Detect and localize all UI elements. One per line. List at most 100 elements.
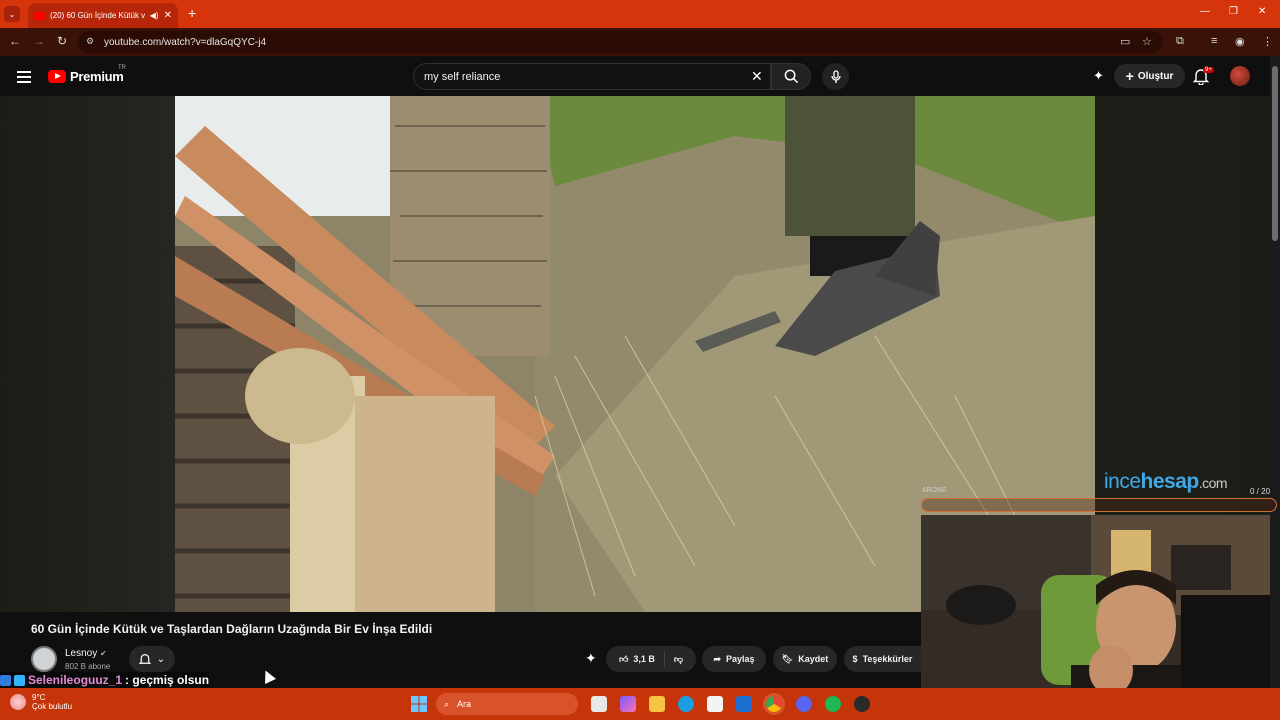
chat-message-overlay: Selenileoguuz_1 : geçmiş olsun [0, 672, 210, 688]
like-count: 3,1 B [633, 654, 655, 664]
youtube-play-icon [48, 70, 66, 83]
back-button[interactable]: ← [9, 34, 21, 48]
studio-sparkle-icon[interactable]: ✦ [1093, 68, 1104, 84]
search-button[interactable] [771, 63, 811, 90]
channel-name-text: Lesnoy [65, 648, 98, 659]
spotify-icon[interactable] [825, 696, 841, 712]
chat-badge-icon [14, 674, 25, 686]
logo-region: TR [118, 65, 126, 71]
new-tab-button[interactable]: + [188, 5, 196, 21]
profile-icon[interactable]: ◉ [1235, 35, 1245, 48]
bookmark-star-icon[interactable]: ☆ [1142, 35, 1152, 48]
search-box[interactable] [413, 63, 771, 90]
store-icon[interactable] [707, 696, 723, 712]
plus-icon: + [1125, 68, 1134, 84]
minimize-button[interactable]: — [1200, 6, 1210, 17]
address-bar[interactable]: ⚙ youtube.com/watch?v=dlaGqQYC-j4 [78, 31, 1163, 53]
share-label: Paylaş [726, 654, 755, 664]
search-input[interactable] [424, 70, 724, 83]
weather-widget[interactable]: 9°C Çok bulutlu [10, 693, 72, 711]
watermark-logo: incehesap.com [1104, 470, 1228, 494]
youtube-favicon-icon [34, 11, 45, 20]
close-window-button[interactable]: ✕ [1258, 6, 1266, 17]
divider [663, 651, 665, 667]
dislike-button[interactable]: 👎︎ [674, 654, 683, 665]
weather-icon [10, 694, 26, 710]
search-icon [784, 69, 798, 84]
url-text: youtube.com/watch?v=dlaGqQYC-j4 [104, 36, 267, 48]
browser-tab-strip: ⌄ (20) 60 Gün İçinde Kütük ve ◀) ✕ + — ❐… [0, 0, 1280, 28]
bookmark-icon: 🔖︎ [781, 653, 794, 664]
notification-badge: 9+ [1203, 67, 1214, 73]
browser-tab[interactable]: (20) 60 Gün İçinde Kütük ve ◀) ✕ [28, 3, 178, 28]
clear-search-icon[interactable]: ✕ [751, 68, 763, 85]
temperature: 9°C [32, 693, 46, 702]
copilot-icon[interactable] [620, 696, 636, 712]
scrollbar-thumb[interactable] [1272, 66, 1278, 241]
task-view-icon[interactable] [591, 696, 607, 712]
search-icon: ⌕ [444, 698, 450, 709]
weather-condition: Çok bulutlu [32, 702, 73, 711]
cast-icon[interactable]: ▭ [1120, 35, 1130, 48]
edge-icon[interactable] [678, 696, 694, 712]
chevron-down-icon: ⌄ [156, 653, 166, 665]
account-avatar[interactable] [1230, 66, 1250, 86]
voice-search-button[interactable] [822, 63, 849, 90]
verified-check-icon: ✔ [100, 649, 107, 658]
like-dislike-group: 👍︎ 3,1 B 👎︎ [606, 646, 696, 672]
obs-icon[interactable] [854, 696, 870, 712]
watermark-left: ince [1104, 470, 1141, 493]
thanks-icon: $ [852, 654, 858, 664]
channel-name[interactable]: Lesnoy ✔ [65, 648, 107, 659]
chrome-icon[interactable] [766, 696, 782, 712]
mouse-cursor [260, 668, 276, 684]
thumbs-up-icon: 👍︎ [618, 653, 629, 664]
reload-button[interactable]: ↻ [57, 34, 67, 48]
taskbar-search[interactable]: ⌕ Ara [436, 693, 578, 715]
channel-avatar[interactable] [31, 646, 57, 672]
share-icon: ➦ [713, 653, 721, 664]
create-label: Oluştur [1137, 70, 1174, 82]
page-scrollbar[interactable] [1270, 56, 1280, 720]
windows-start-icon[interactable] [411, 696, 427, 712]
share-button[interactable]: ➦ Paylaş [702, 646, 766, 672]
video-title: 60 Gün İçinde Kütük ve Taşlardan Dağları… [31, 622, 433, 636]
tab-close-icon[interactable]: ✕ [164, 10, 172, 21]
audio-playing-icon[interactable]: ◀) [150, 11, 159, 20]
bell-icon [138, 653, 151, 664]
chat-badge-icon [0, 674, 11, 686]
subscription-bell-button[interactable]: ⌄ [129, 646, 175, 672]
tab-list-button[interactable]: ⌄ [4, 6, 20, 22]
subscriber-goal-count: 0 / 20 [1250, 487, 1271, 496]
extensions-icon[interactable]: ⧉ [1176, 35, 1184, 48]
chat-message: : geçmiş olsun [125, 673, 210, 687]
subscriber-goal-label: ABONE [922, 487, 947, 494]
youtube-header: Premium TR ✕ ✦ + Oluştur 9+ [0, 56, 1280, 96]
media-controls-icon[interactable]: ≡ [1211, 35, 1217, 47]
thanks-button[interactable]: $ Teşekkürler [844, 646, 921, 672]
browser-menu-icon[interactable]: ⋮ [1262, 35, 1273, 48]
restore-button[interactable]: ❐ [1229, 6, 1238, 17]
taskbar-search-label: Ara [457, 699, 472, 709]
file-explorer-icon[interactable] [649, 696, 665, 712]
save-button[interactable]: 🔖︎ Kaydet [773, 646, 837, 672]
chat-username: Selenileoguuz_1 [28, 673, 123, 687]
ask-sparkle-icon[interactable]: ✦ [585, 650, 597, 667]
like-button[interactable]: 👍︎ 3,1 B [619, 654, 655, 665]
create-button[interactable]: + Oluştur [1114, 64, 1185, 88]
subscriber-goal-bar [921, 498, 1277, 512]
site-info-icon[interactable]: ⚙ [86, 36, 94, 47]
windows-taskbar: 9°C Çok bulutlu ⌕ Ara [0, 688, 1280, 720]
microphone-icon [830, 69, 841, 83]
tab-title: (20) 60 Gün İçinde Kütük ve [50, 11, 145, 20]
browser-toolbar: ← → ↻ ⚙ youtube.com/watch?v=dlaGqQYC-j4 … [0, 28, 1280, 56]
thanks-label: Teşekkürler [862, 654, 913, 664]
forward-button[interactable]: → [33, 34, 45, 48]
discord-icon[interactable] [796, 696, 812, 712]
logo-text: Premium [70, 69, 124, 84]
youtube-premium-logo[interactable]: Premium TR [48, 65, 126, 84]
app-icon[interactable] [736, 696, 752, 712]
save-label: Kaydet [798, 654, 829, 664]
menu-hamburger-icon[interactable] [17, 71, 31, 86]
subscriber-count: 802 B abone [65, 662, 111, 671]
